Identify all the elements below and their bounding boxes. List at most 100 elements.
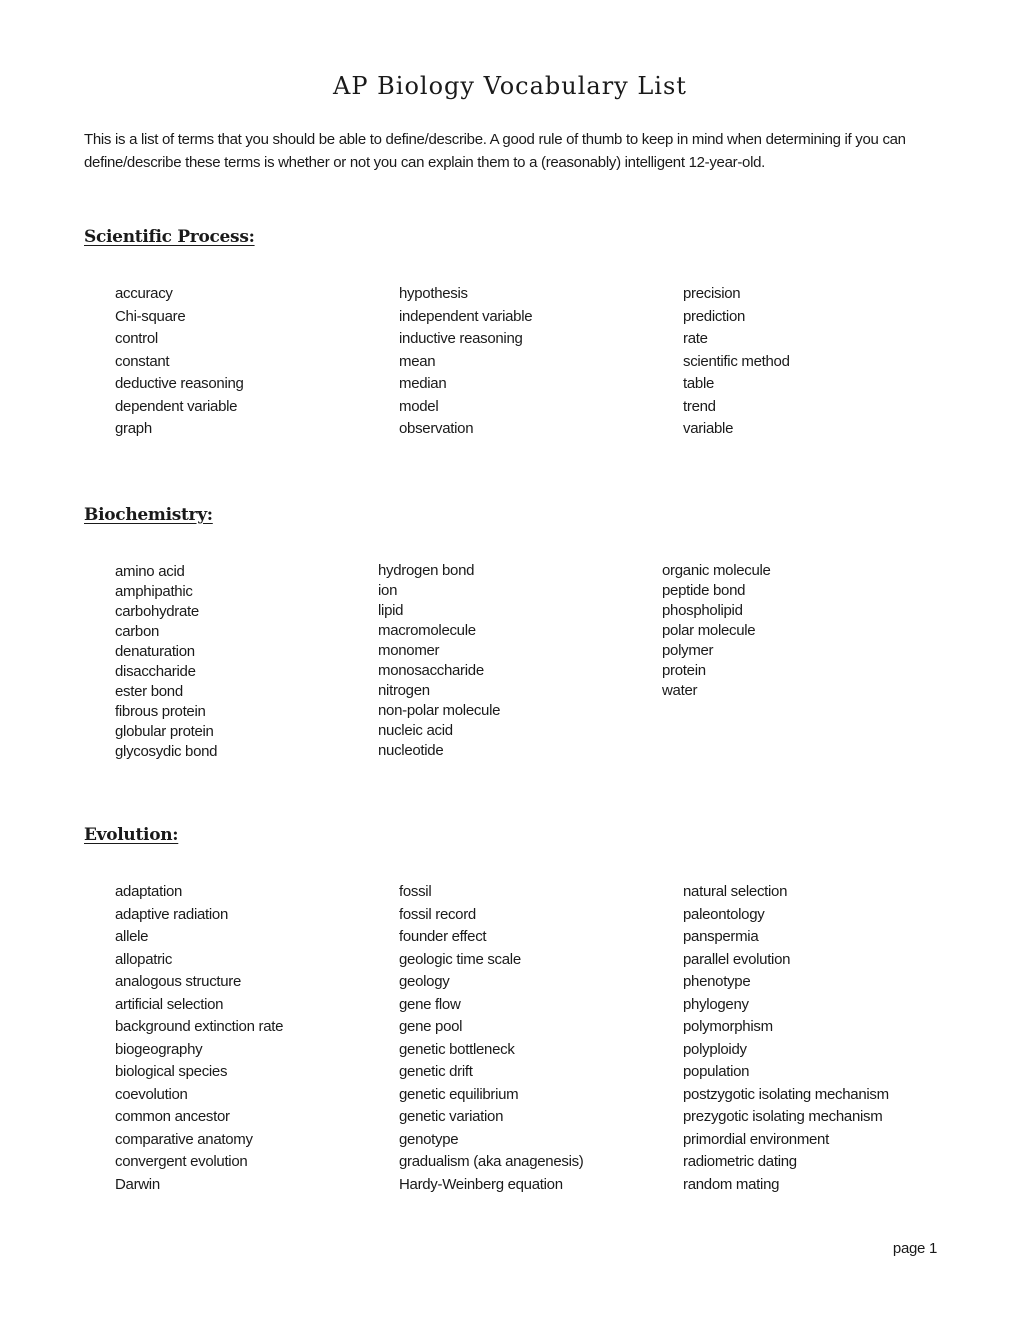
vocabulary-term: amino acid [115,563,185,580]
term-column-biochemistry-2: hydrogen bond ion lipid macromolecule monome… [378,561,500,761]
term-column-biochemistry-3: organic molecule peptide bond phospholipid… [662,561,771,701]
vocabulary-term: genetic drift [399,1063,473,1080]
vocabulary-term: trend [683,397,716,415]
vocabulary-term: accuracy [115,285,173,302]
vocabulary-term: constant [115,352,170,370]
vocabulary-term: allopatric [115,950,173,968]
vocabulary-term: lipid [378,602,404,619]
vocabulary-term: amphipathic [115,583,193,600]
vocabulary-term: denaturation [115,643,195,660]
vocabulary-term: phospholipid [662,602,743,619]
vocabulary-term: monosaccharide [378,662,484,679]
vocabulary-term: Chi-square [115,307,186,325]
vocabulary-term: adaptation [115,883,183,900]
vocabulary-term: nucleic acid [378,722,453,739]
vocabulary-term: biological species [115,1063,228,1080]
vocabulary-term: allele [115,928,149,945]
vocabulary-term: non-polar molecule [378,702,501,719]
vocabulary-term: polymorphism [683,1018,773,1035]
vocabulary-term: glycosydic bond [115,743,218,760]
vocabulary-term: polymer [662,642,714,659]
vocabulary-term: background extinction rate [115,1018,284,1035]
term-column-evolution-2: fossil fossil record founder effect geologi… [399,881,584,1196]
vocabulary-term: convergent evolution [115,1153,248,1170]
vocabulary-term: primordial environment [683,1130,829,1148]
vocabulary-term: genetic bottleneck [399,1040,515,1058]
vocabulary-term: panspermia [683,928,759,945]
term-column-scientific-process-3: precision prediction rate scientific method… [683,283,790,441]
term-column-evolution-3: natural selection paleontology panspermia p… [683,881,889,1196]
intro-paragraph: This is a list of terms that you should … [84,131,906,171]
vocabulary-term: fossil record [399,905,476,923]
vocabulary-term: common ancestor [115,1108,230,1125]
vocabulary-term: disaccharide [115,663,196,680]
vocabulary-term: ion [378,582,398,599]
vocabulary-term: coevolution [115,1085,188,1103]
page-number: page 1 [892,1240,937,1257]
vocabulary-term: protein [662,662,706,679]
vocabulary-term: gene flow [399,995,461,1013]
vocabulary-term: Darwin [115,1175,160,1193]
vocabulary-term: nitrogen [378,682,430,699]
vocabulary-term: observation [399,420,474,437]
vocabulary-term: model [399,397,439,415]
term-column-biochemistry-1: amino acid amphipathic carbohydrate carbon d… [115,562,218,762]
vocabulary-term: prediction [683,307,746,325]
vocabulary-term: postzygotic isolating mechanism [683,1085,889,1103]
vocabulary-term: median [399,375,447,392]
vocabulary-term: polyploidy [683,1040,747,1058]
term-column-evolution-1: adaptation adaptive radiation allele allopa… [115,881,283,1196]
vocabulary-term: founder effect [399,928,487,945]
vocabulary-term: globular protein [115,723,214,740]
vocabulary-term: biogeography [115,1040,203,1058]
vocabulary-term: carbohydrate [115,603,199,620]
vocabulary-term: peptide bond [662,582,746,599]
vocabulary-term: monomer [378,642,440,659]
vocabulary-term: macromolecule [378,622,476,639]
vocabulary-term: mean [399,352,436,370]
vocabulary-term: polar molecule [662,622,756,639]
vocabulary-term: phylogeny [683,995,749,1013]
vocabulary-term: scientific method [683,352,790,370]
vocabulary-term: gradualism (aka anagenesis) [399,1153,584,1170]
vocabulary-term: ester bond [115,683,183,700]
vocabulary-term: natural selection [683,883,788,900]
vocabulary-term: rate [683,330,708,347]
vocabulary-term: deductive reasoning [115,375,244,392]
vocabulary-term: precision [683,285,741,302]
section-heading-scientific-process: Scientific Process: [84,227,255,247]
vocabulary-term: inductive reasoning [399,330,523,347]
vocabulary-term: control [115,330,158,347]
vocabulary-term: random mating [683,1175,780,1193]
vocabulary-term: genotype [399,1130,459,1148]
term-column-scientific-process-2: hypothesis independent variable inductive … [399,283,533,441]
vocabulary-term: organic molecule [662,562,771,579]
vocabulary-term: geology [399,973,450,990]
vocabulary-term: nucleotide [378,742,444,759]
vocabulary-term: parallel evolution [683,950,791,968]
vocabulary-term: artificial selection [115,995,224,1013]
vocabulary-term: genetic variation [399,1108,504,1125]
vocabulary-term: Hardy-Weinberg equation [399,1175,563,1193]
document-title: AP Biology Vocabulary List [333,72,687,100]
vocabulary-term: geologic time scale [399,950,521,968]
term-column-scientific-process-1: accuracy Chi-square control constant deducti… [115,283,244,441]
vocabulary-term: genetic equilibrium [399,1085,519,1103]
vocabulary-term: hypothesis [399,285,468,302]
vocabulary-term: fossil [399,883,432,900]
vocabulary-term: carbon [115,623,160,640]
vocabulary-term: analogous structure [115,973,242,990]
section-heading-biochemistry: Biochemistry: [84,505,213,525]
vocabulary-term: paleontology [683,905,765,923]
vocabulary-term: table [683,375,715,392]
vocabulary-term: comparative anatomy [115,1130,253,1148]
vocabulary-term: phenotype [683,973,751,990]
vocabulary-term: variable [683,420,734,437]
vocabulary-term: water [662,682,698,699]
vocabulary-term: gene pool [399,1018,463,1035]
vocabulary-term: population [683,1063,750,1080]
vocabulary-term: dependent variable [115,397,238,415]
vocabulary-term: graph [115,420,152,437]
vocabulary-term: adaptive radiation [115,905,229,923]
vocabulary-term: independent variable [399,307,533,325]
